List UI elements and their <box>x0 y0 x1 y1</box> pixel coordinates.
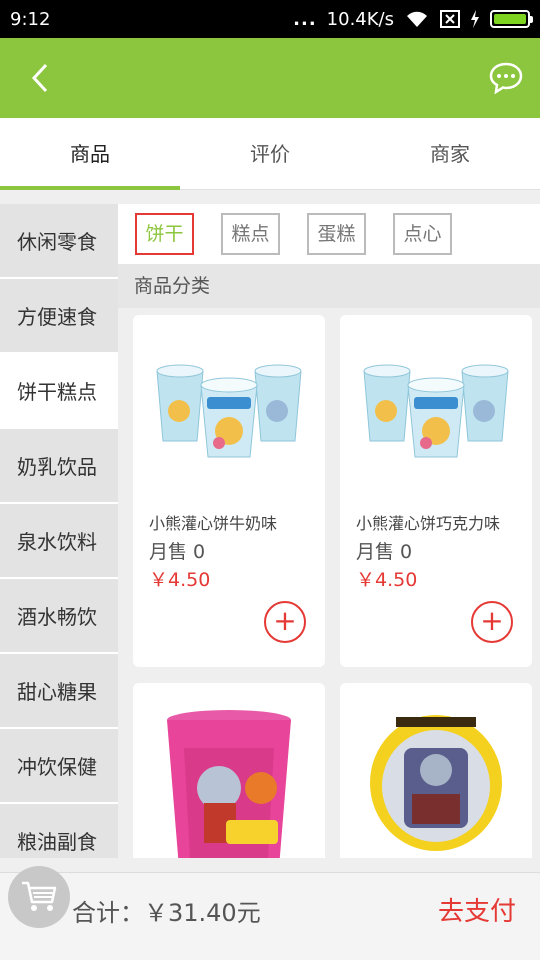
main-tabs: 商品 评价 商家 <box>0 118 540 190</box>
sim-icon <box>440 10 460 28</box>
chat-bubble-icon <box>489 62 523 94</box>
sidebar-item-alcohol[interactable]: 酒水畅饮 <box>0 579 118 654</box>
product-sales: 月售 0 <box>356 541 413 563</box>
product-price: ￥4.50 <box>356 569 418 591</box>
product-card[interactable]: 小熊灌心饼牛奶味 月售 0 ￥4.50 + <box>133 315 325 667</box>
tab-merchant[interactable]: 商家 <box>360 118 540 189</box>
add-to-cart-button[interactable]: + <box>471 601 513 643</box>
subtab-pastry[interactable]: 糕点 <box>221 213 280 255</box>
product-image <box>340 315 532 500</box>
add-to-cart-button[interactable]: + <box>264 601 306 643</box>
status-right: ... 10.4K/s <box>293 8 533 30</box>
subtab-biscuit[interactable]: 饼干 <box>135 213 194 255</box>
app-bar <box>0 38 540 118</box>
status-dots: ... <box>293 8 317 30</box>
sidebar-item-instant-food[interactable]: 方便速食 <box>0 279 118 354</box>
section-title: 商品分类 <box>118 264 540 308</box>
subtab-cake[interactable]: 蛋糕 <box>307 213 366 255</box>
plus-icon: + <box>273 604 297 637</box>
product-image <box>133 315 325 500</box>
sidebar-item-grain-oil[interactable]: 粮油副食 <box>0 804 118 858</box>
cart-button[interactable] <box>8 866 70 928</box>
product-name: 小熊灌心饼牛奶味 <box>149 514 278 533</box>
product-image <box>133 683 325 858</box>
product-sales: 月售 0 <box>149 541 206 563</box>
product-card[interactable] <box>133 683 325 858</box>
cart-total: 合计：￥31.40元 <box>72 899 261 927</box>
plus-icon: + <box>480 604 504 637</box>
network-speed: 10.4K/s <box>326 8 394 30</box>
sidebar-item-candy[interactable]: 甜心糖果 <box>0 654 118 729</box>
tab-reviews[interactable]: 评价 <box>180 118 360 189</box>
tab-products[interactable]: 商品 <box>0 118 180 190</box>
chat-button[interactable] <box>486 58 526 98</box>
product-name: 小熊灌心饼巧克力味 <box>356 514 501 533</box>
category-sidebar: 休闲零食 方便速食 饼干糕点 奶乳饮品 泉水饮料 酒水畅饮 甜心糖果 冲饮保健 … <box>0 204 118 858</box>
product-card[interactable]: 小熊灌心饼巧克力味 月售 0 ￥4.50 + <box>340 315 532 667</box>
charging-icon <box>471 10 479 28</box>
shopping-cart-icon <box>22 881 57 911</box>
back-button[interactable] <box>20 58 60 98</box>
sidebar-item-biscuits[interactable]: 饼干糕点 <box>0 354 118 429</box>
checkout-button[interactable]: 去支付 <box>438 891 516 928</box>
status-bar: 9:12 ... 10.4K/s <box>0 0 540 38</box>
sidebar-item-dairy[interactable]: 奶乳饮品 <box>0 429 118 504</box>
battery-icon <box>490 10 533 28</box>
subtab-dim-sum[interactable]: 点心 <box>393 213 452 255</box>
product-price: ￥4.50 <box>149 569 211 591</box>
sidebar-item-water-drinks[interactable]: 泉水饮料 <box>0 504 118 579</box>
wifi-icon <box>407 11 427 27</box>
status-time: 9:12 <box>10 8 51 30</box>
subcategory-tabs: 饼干 糕点 蛋糕 点心 <box>118 204 540 264</box>
sidebar-item-snacks[interactable]: 休闲零食 <box>0 204 118 279</box>
product-content: 饼干 糕点 蛋糕 点心 商品分类 小熊灌心饼牛奶味 月售 0 ￥4.50 + 小… <box>118 204 540 858</box>
product-card[interactable] <box>340 683 532 858</box>
back-arrow-icon <box>31 63 48 93</box>
product-image <box>340 683 532 858</box>
sidebar-item-health-drinks[interactable]: 冲饮保健 <box>0 729 118 804</box>
